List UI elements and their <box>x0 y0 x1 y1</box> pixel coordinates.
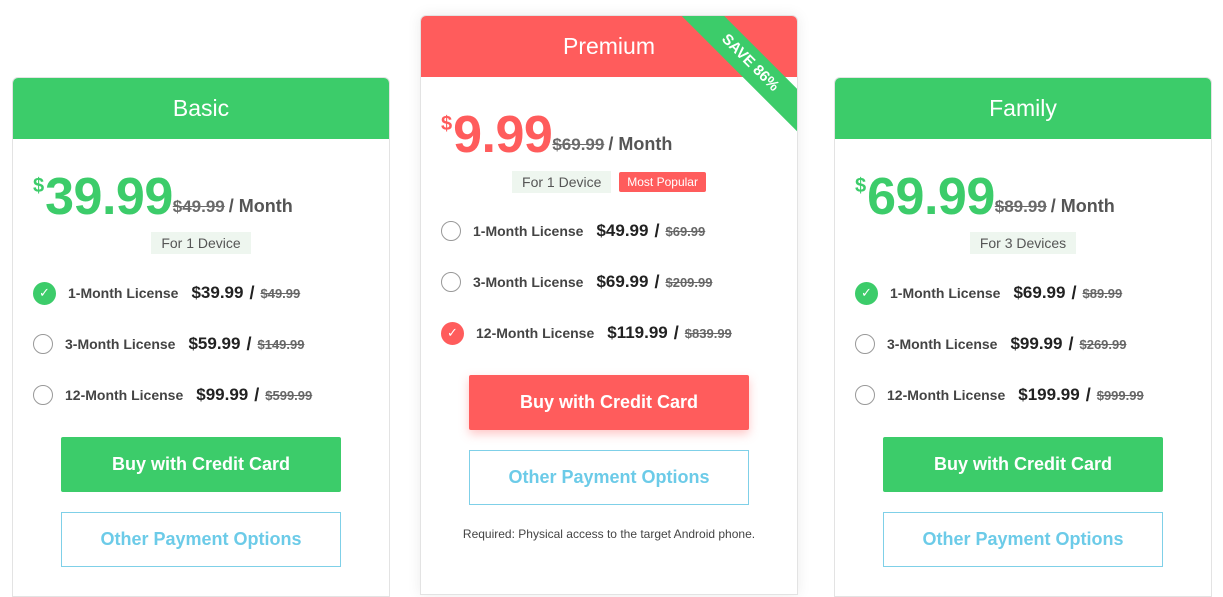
plan-card-family: Family $ 69.99 $89.99 / Month For 3 Devi… <box>834 77 1212 597</box>
license-old-price: $89.99 <box>1082 285 1123 301</box>
price-block: $ 9.99 $69.99 / Month <box>441 106 673 164</box>
device-info: For 3 Devices <box>835 232 1211 254</box>
device-info: For 1 Device <box>13 232 389 254</box>
radio-icon[interactable] <box>855 334 875 354</box>
license-price: $99.99 <box>196 385 249 404</box>
radio-icon[interactable] <box>33 334 53 354</box>
license-price: $69.99 <box>596 272 649 291</box>
license-label: 12-Month License <box>476 325 595 341</box>
check-icon[interactable]: ✓ <box>33 281 56 305</box>
price-block: $ 39.99 $49.99 / Month <box>33 168 293 226</box>
license-option-3-month[interactable]: 3-Month License $69.99 / $209.99 <box>441 270 712 294</box>
license-option-12-month[interactable]: 12-Month License $99.99 / $599.99 <box>33 383 312 407</box>
license-label: 3-Month License <box>65 336 176 352</box>
currency-symbol: $ <box>855 175 867 197</box>
price-period: / Month <box>228 196 293 216</box>
device-count: For 1 Device <box>151 232 251 254</box>
save-ribbon: SAVE 86% <box>677 16 797 136</box>
license-price: $99.99 <box>1010 334 1063 353</box>
old-price: $69.99 <box>552 135 605 154</box>
license-option-12-month[interactable]: ✓ 12-Month License $119.99 / $839.99 <box>441 321 732 345</box>
license-old-price: $599.99 <box>265 387 313 403</box>
buy-credit-card-button[interactable]: Buy with Credit Card <box>883 437 1163 492</box>
price-period: / Month <box>608 134 673 154</box>
currency-symbol: $ <box>441 113 453 135</box>
license-price: $69.99 <box>1013 283 1066 302</box>
radio-icon[interactable] <box>441 221 461 241</box>
plan-card-premium: Premium SAVE 86% $ 9.99 $69.99 / Month F… <box>420 15 798 595</box>
price-separator: / <box>246 333 252 354</box>
old-price: $49.99 <box>172 197 225 216</box>
license-old-price: $839.99 <box>684 325 732 341</box>
license-option-1-month[interactable]: 1-Month License $49.99 / $69.99 <box>441 219 705 243</box>
license-price: $59.99 <box>188 334 241 353</box>
license-label: 1-Month License <box>68 285 179 301</box>
license-label: 1-Month License <box>890 285 1001 301</box>
plan-card-basic: Basic $ 39.99 $49.99 / Month For 1 Devic… <box>12 77 390 597</box>
price-separator: / <box>254 384 260 405</box>
plan-title: Family <box>835 78 1211 139</box>
license-price: $49.99 <box>596 221 649 240</box>
license-label: 1-Month License <box>473 223 584 239</box>
price-separator: / <box>249 282 255 303</box>
license-option-1-month[interactable]: ✓ 1-Month License $69.99 / $89.99 <box>855 281 1122 305</box>
old-price: $89.99 <box>994 197 1047 216</box>
price-period: / Month <box>1050 196 1115 216</box>
license-option-12-month[interactable]: 12-Month License $199.99 / $999.99 <box>855 383 1144 407</box>
license-old-price: $149.99 <box>257 336 305 352</box>
price: 69.99 <box>867 168 995 226</box>
other-payment-button[interactable]: Other Payment Options <box>469 450 749 505</box>
buy-credit-card-button[interactable]: Buy with Credit Card <box>61 437 341 492</box>
radio-icon[interactable] <box>855 385 875 405</box>
device-count: For 3 Devices <box>969 232 1077 254</box>
plan-title: Basic <box>13 78 389 139</box>
price-separator: / <box>654 271 660 292</box>
price-separator: / <box>673 322 679 343</box>
requirement-note: Required: Physical access to the target … <box>462 527 756 541</box>
license-old-price: $49.99 <box>260 285 301 301</box>
price-separator: / <box>1068 333 1074 354</box>
save-ribbon-label: SAVE 86% <box>679 16 797 134</box>
check-icon[interactable]: ✓ <box>855 281 878 305</box>
license-option-3-month[interactable]: 3-Month License $99.99 / $269.99 <box>855 332 1126 356</box>
device-count: For 1 Device <box>512 171 612 193</box>
license-label: 12-Month License <box>887 387 1006 403</box>
license-old-price: $209.99 <box>665 274 713 290</box>
price: 39.99 <box>45 168 173 226</box>
price: 9.99 <box>453 106 553 164</box>
radio-icon[interactable] <box>441 272 461 292</box>
other-payment-button[interactable]: Other Payment Options <box>883 512 1163 567</box>
license-old-price: $69.99 <box>665 223 706 239</box>
most-popular-badge: Most Popular <box>619 172 706 192</box>
buy-credit-card-button[interactable]: Buy with Credit Card <box>469 375 749 430</box>
radio-icon[interactable] <box>33 385 53 405</box>
price-block: $ 69.99 $89.99 / Month <box>855 168 1115 226</box>
license-label: 12-Month License <box>65 387 184 403</box>
currency-symbol: $ <box>33 175 45 197</box>
license-old-price: $269.99 <box>1079 336 1127 352</box>
check-icon[interactable]: ✓ <box>441 321 464 345</box>
price-separator: / <box>654 220 660 241</box>
price-separator: / <box>1071 282 1077 303</box>
price-separator: / <box>1085 384 1091 405</box>
license-option-3-month[interactable]: 3-Month License $59.99 / $149.99 <box>33 332 304 356</box>
device-info: For 1 Device Most Popular <box>421 171 797 193</box>
license-label: 3-Month License <box>473 274 584 290</box>
license-option-1-month[interactable]: ✓ 1-Month License $39.99 / $49.99 <box>33 281 300 305</box>
license-old-price: $999.99 <box>1096 387 1144 403</box>
other-payment-button[interactable]: Other Payment Options <box>61 512 341 567</box>
license-price: $119.99 <box>607 323 668 342</box>
license-label: 3-Month License <box>887 336 998 352</box>
license-price: $39.99 <box>191 283 244 302</box>
license-price: $199.99 <box>1018 385 1080 404</box>
